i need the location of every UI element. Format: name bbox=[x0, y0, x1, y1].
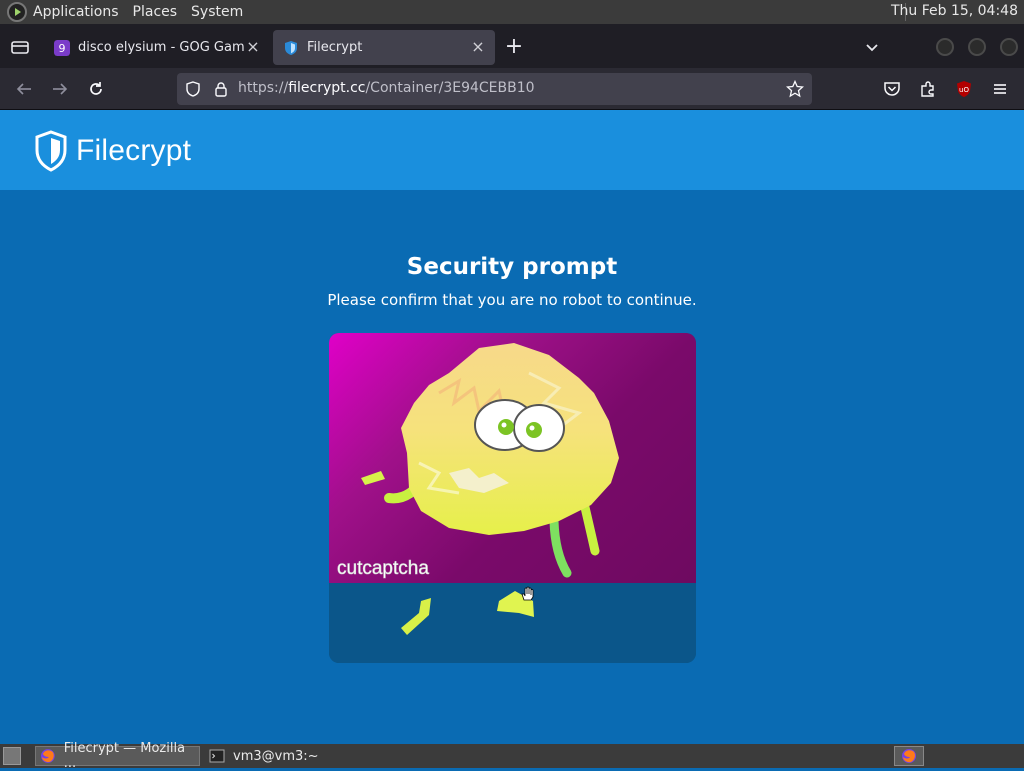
menu-system[interactable]: System bbox=[191, 4, 243, 20]
url-text[interactable]: https://filecrypt.cc/Container/3E94CEBB1… bbox=[238, 80, 535, 96]
taskbar-item-terminal[interactable]: vm3@vm3:~ bbox=[205, 746, 365, 766]
close-window-button[interactable] bbox=[1000, 38, 1018, 56]
system-logo-icon[interactable] bbox=[7, 2, 27, 22]
minimize-button[interactable] bbox=[936, 38, 954, 56]
page-title: Security prompt bbox=[406, 254, 618, 280]
taskbar: Filecrypt — Mozilla ... vm3@vm3:~ bbox=[0, 741, 1024, 771]
forward-button[interactable] bbox=[48, 77, 72, 101]
captcha-puzzle-pieces bbox=[401, 591, 534, 635]
firefox-icon bbox=[902, 749, 916, 763]
tab-close-icon[interactable]: × bbox=[246, 39, 260, 55]
back-button[interactable] bbox=[12, 77, 36, 101]
chevron-down-icon bbox=[866, 44, 878, 52]
workspace-switcher[interactable] bbox=[894, 746, 924, 766]
filecrypt-shield-favicon-icon bbox=[285, 40, 297, 55]
reload-button[interactable] bbox=[84, 77, 108, 101]
navigation-bar: https://filecrypt.cc/Container/3E94CEBB1… bbox=[0, 68, 1024, 110]
tab-close-icon[interactable]: × bbox=[471, 39, 485, 55]
captcha-creature-illustration bbox=[361, 343, 619, 578]
hand-cursor-icon bbox=[521, 586, 534, 601]
arrow-right-icon bbox=[53, 83, 68, 95]
page-content: Security prompt Please confirm that you … bbox=[0, 190, 1024, 744]
taskbar-item-label: vm3@vm3:~ bbox=[233, 748, 319, 764]
captcha-image[interactable]: cutcaptcha bbox=[329, 333, 696, 583]
shield-tracking-protection-icon[interactable] bbox=[185, 81, 201, 97]
reload-icon bbox=[90, 82, 102, 95]
site-brand-name: Filecrypt bbox=[76, 134, 192, 167]
pocket-icon bbox=[884, 82, 900, 96]
svg-text:9: 9 bbox=[59, 42, 66, 55]
menu-applications[interactable]: Applications bbox=[33, 4, 119, 20]
show-desktop-button[interactable] bbox=[3, 747, 21, 765]
hamburger-menu-icon bbox=[994, 84, 1006, 94]
lock-icon[interactable] bbox=[213, 81, 229, 97]
url-bar[interactable]: https://filecrypt.cc/Container/3E94CEBB1… bbox=[177, 73, 812, 105]
svg-text:uO: uO bbox=[959, 86, 969, 94]
pocket-button[interactable] bbox=[880, 77, 904, 101]
ublock-origin-button[interactable]: uO bbox=[952, 77, 976, 101]
puzzle-piece-icon bbox=[921, 81, 934, 97]
list-all-tabs-button[interactable] bbox=[862, 38, 882, 58]
captcha-widget[interactable]: cutcaptcha bbox=[329, 333, 696, 663]
app-menu-button[interactable] bbox=[988, 77, 1012, 101]
tab-title: Filecrypt bbox=[307, 40, 363, 55]
new-tab-button[interactable]: + bbox=[502, 36, 526, 60]
site-header: Filecrypt bbox=[0, 110, 1024, 190]
firefox-icon bbox=[40, 749, 55, 763]
page-subtitle: Please confirm that you are no robot to … bbox=[327, 291, 697, 309]
menu-places[interactable]: Places bbox=[133, 4, 178, 20]
captcha-puzzle-area[interactable] bbox=[329, 583, 696, 663]
arrow-left-icon bbox=[16, 83, 31, 95]
gog-favicon-icon: 9 bbox=[54, 39, 70, 56]
clock[interactable]: Thu Feb 15, 04:48 bbox=[891, 3, 1018, 19]
tab-filecrypt[interactable]: Filecrypt × bbox=[273, 30, 495, 65]
tab-gog[interactable]: 9 disco elysium - GOG Games × bbox=[44, 30, 270, 65]
bookmark-star-icon[interactable] bbox=[786, 80, 804, 98]
system-panel: Applications Places System Thu Feb 15, 0… bbox=[0, 0, 1024, 24]
maximize-button[interactable] bbox=[968, 38, 986, 56]
tab-list-icon bbox=[11, 41, 29, 54]
taskbar-item-firefox[interactable]: Filecrypt — Mozilla ... bbox=[35, 741, 200, 771]
cutcaptcha-logo-text: cutcaptcha bbox=[337, 558, 429, 579]
url-path: /Container/3E94CEBB10 bbox=[365, 80, 535, 96]
extensions-button[interactable] bbox=[916, 77, 940, 101]
url-host: filecrypt.cc bbox=[288, 80, 366, 96]
filecrypt-shield-logo-icon bbox=[35, 130, 67, 172]
puzzle-piece[interactable] bbox=[401, 598, 431, 635]
tab-list-button[interactable] bbox=[6, 34, 34, 60]
cutcaptcha-logo: cutcaptcha bbox=[337, 558, 430, 579]
taskbar-item-label: Filecrypt — Mozilla ... bbox=[63, 741, 186, 771]
terminal-icon bbox=[209, 749, 225, 763]
url-scheme: https:// bbox=[238, 80, 289, 96]
tab-strip: 9 disco elysium - GOG Games × Filecrypt … bbox=[0, 24, 1024, 68]
site-brand-link[interactable]: Filecrypt bbox=[34, 130, 191, 172]
tab-title: disco elysium - GOG Games bbox=[78, 40, 244, 55]
ublock-origin-icon: uO bbox=[957, 81, 971, 97]
